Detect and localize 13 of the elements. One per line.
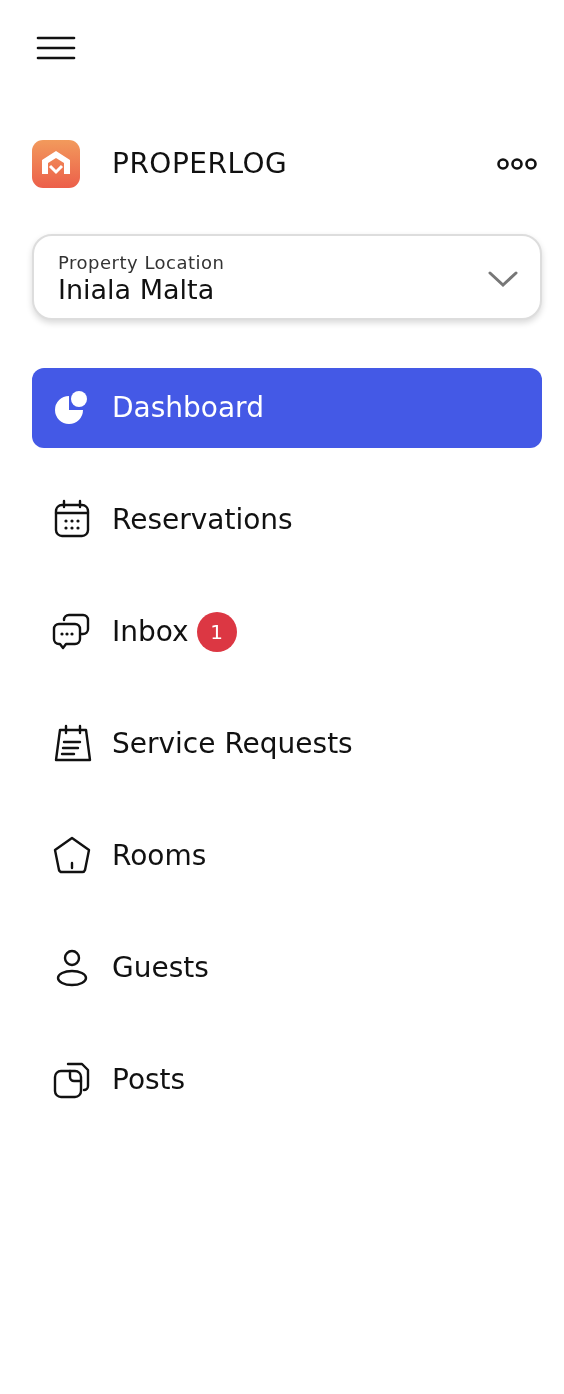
- nav-item[interactable]: Guests: [32, 928, 542, 1008]
- nav-item[interactable]: Service Requests: [32, 704, 542, 784]
- location-select[interactable]: Property Location Iniala Malta: [32, 234, 542, 320]
- nav-item[interactable]: Posts: [32, 1040, 542, 1120]
- nav-item[interactable]: Reservations: [32, 480, 542, 560]
- nav-item[interactable]: Dashboard: [32, 368, 542, 448]
- count-badge: 1: [196, 612, 237, 652]
- more-icon[interactable]: [496, 156, 538, 172]
- nav-item[interactable]: Rooms: [32, 816, 542, 896]
- logo-icon: [32, 140, 80, 188]
- brand-name: PROPERLOG: [112, 146, 288, 182]
- chevron-down-icon: [488, 270, 518, 288]
- nav-item[interactable]: Inbox 1: [32, 592, 542, 672]
